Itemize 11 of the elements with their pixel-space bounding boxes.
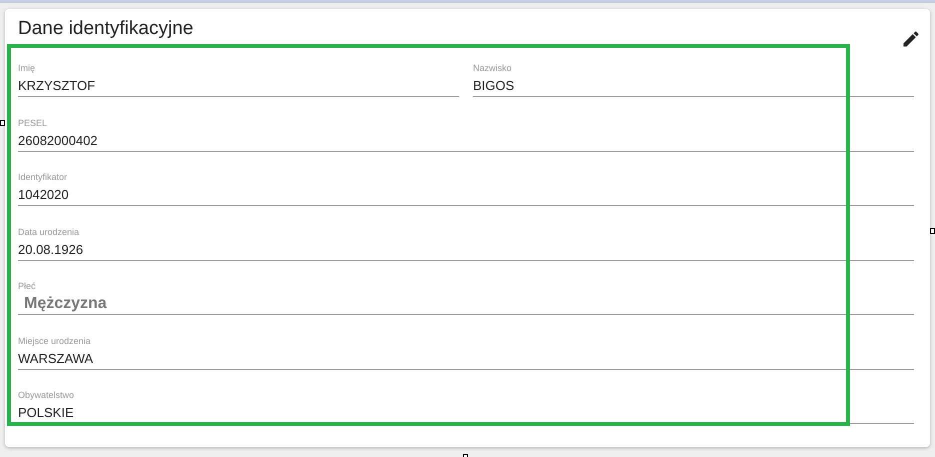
edit-button[interactable] [901,29,921,49]
text-field[interactable]: Miejsce urodzenia WARSZAWA [18,334,914,370]
text-field[interactable]: Obywatelstwo POLSKIE [18,389,914,424]
pencil-icon [901,29,921,49]
text-field[interactable]: PESEL 26082000402 [18,116,914,152]
text-field[interactable]: Płeć Mężczyzna [18,280,914,315]
card-title: Dane identyfikacyjne [18,17,194,41]
text-field[interactable]: Nazwisko BIGOS [473,62,914,97]
text-field[interactable]: Identyfikator 1042020 [18,171,914,206]
text-field[interactable]: Data urodzenia 20.08.1926 [18,226,914,260]
text-field[interactable]: Imię KRZYSZTOF [18,62,459,97]
